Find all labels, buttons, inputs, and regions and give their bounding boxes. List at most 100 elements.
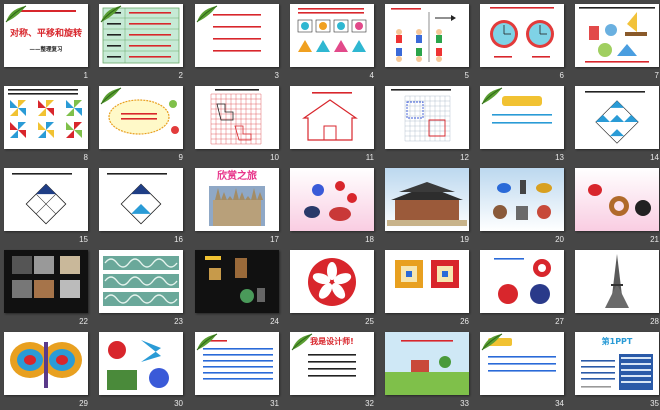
leaf-decoration-icon — [196, 333, 218, 351]
slide-thumbnail-28[interactable] — [575, 250, 659, 313]
slide-preview-graphic — [395, 260, 459, 288]
slide-number[interactable]: 7 — [637, 71, 659, 80]
leaf-decoration-icon — [481, 333, 503, 351]
slide-number[interactable]: 17 — [257, 235, 279, 244]
slide-thumbnail-20[interactable] — [480, 168, 564, 231]
slide-thumbnail-29[interactable] — [4, 332, 88, 395]
slide-number[interactable]: 28 — [637, 317, 659, 326]
slide-number[interactable]: 6 — [542, 71, 564, 80]
slide-thumbnail-22[interactable] — [4, 250, 88, 313]
slide-preview-graphic — [385, 332, 469, 395]
slide-thumbnail-10[interactable] — [195, 86, 279, 149]
slide-thumbnail-15[interactable] — [4, 168, 88, 231]
slide-preview-graphic — [103, 256, 179, 306]
slide-thumbnail-8[interactable] — [4, 86, 88, 149]
slide-thumbnail-14[interactable] — [575, 86, 659, 149]
slide-number[interactable]: 23 — [161, 317, 183, 326]
slide-thumbnail-3[interactable] — [195, 4, 279, 67]
slide-thumbnail-1[interactable]: 对称、平移和旋转 ——整理复习 — [4, 4, 88, 67]
slide-thumbnail-2[interactable] — [99, 4, 183, 67]
slide-preview-graphic — [12, 173, 72, 225]
slide-number[interactable]: 3 — [257, 71, 279, 80]
slide-preview-graphic — [304, 181, 357, 221]
slide-number[interactable]: 1 — [66, 71, 88, 80]
slide-thumbnail-25[interactable] — [290, 250, 374, 313]
slide-title: 我是设计师! — [310, 337, 354, 346]
slide-thumbnail-32[interactable]: 我是设计师! — [290, 332, 374, 395]
slide-preview-graphic — [494, 258, 551, 304]
slide-number[interactable]: 30 — [161, 399, 183, 408]
slide-preview-graphic — [10, 342, 82, 388]
slide-number[interactable]: 8 — [66, 153, 88, 162]
slide-number[interactable]: 9 — [161, 153, 183, 162]
slide-number[interactable]: 14 — [637, 153, 659, 162]
slide-thumbnail-35[interactable]: 第1PPT — [575, 332, 659, 395]
slide-number[interactable]: 2 — [161, 71, 183, 80]
slide-number[interactable]: 15 — [66, 235, 88, 244]
slide-preview-graphic — [493, 180, 552, 220]
leaf-decoration-icon — [196, 5, 218, 23]
slide-thumbnail-16[interactable] — [99, 168, 183, 231]
leaf-decoration-icon — [5, 5, 27, 23]
slide-number[interactable]: 34 — [542, 399, 564, 408]
slide-thumbnail-4[interactable] — [290, 4, 374, 67]
slide-preview-graphic — [8, 89, 82, 138]
slide-number[interactable]: 32 — [352, 399, 374, 408]
slide-number[interactable]: 31 — [257, 399, 279, 408]
slide-number[interactable]: 16 — [161, 235, 183, 244]
slide-number[interactable]: 10 — [257, 153, 279, 162]
slide-number[interactable]: 18 — [352, 235, 374, 244]
slide-preview-graphic — [308, 258, 356, 306]
slide-thumbnail-27[interactable] — [480, 250, 564, 313]
slide-title: 对称、平移和旋转 — [9, 29, 82, 39]
slide-preview-graphic — [605, 254, 629, 308]
slide-number[interactable]: 4 — [352, 71, 374, 80]
slide-thumbnail-5[interactable] — [385, 4, 469, 67]
slide-title: 欣赏之旅 — [217, 171, 257, 182]
leaf-decoration-icon — [100, 5, 122, 23]
slide-thumbnail-24[interactable] — [195, 250, 279, 313]
slide-thumbnail-9[interactable] — [99, 86, 183, 149]
slide-thumbnail-7[interactable] — [575, 4, 659, 67]
slide-preview-graphic — [387, 182, 467, 226]
slide-number[interactable]: 5 — [447, 71, 469, 80]
slide-number[interactable]: 27 — [542, 317, 564, 326]
slide-preview-graphic — [585, 91, 645, 144]
slide-number[interactable]: 22 — [66, 317, 88, 326]
slide-thumbnail-12[interactable] — [385, 86, 469, 149]
slide-thumbnail-21[interactable] — [575, 168, 659, 231]
slide-thumbnail-17[interactable]: 欣赏之旅 — [195, 168, 279, 231]
slide-thumbnail-19[interactable] — [385, 168, 469, 231]
slide-number[interactable]: 21 — [637, 235, 659, 244]
slide-thumbnail-6[interactable] — [480, 4, 564, 67]
slide-number[interactable]: 35 — [637, 399, 659, 408]
slide-number[interactable]: 13 — [542, 153, 564, 162]
slide-preview-graphic — [302, 92, 358, 141]
slide-thumbnail-34[interactable] — [480, 332, 564, 395]
slide-number[interactable]: 29 — [66, 399, 88, 408]
slide-number[interactable]: 11 — [352, 153, 374, 162]
slide-number[interactable]: 20 — [542, 235, 564, 244]
slide-thumbnail-26[interactable] — [385, 250, 469, 313]
slide-number[interactable]: 24 — [257, 317, 279, 326]
slide-thumbnail-18[interactable] — [290, 168, 374, 231]
leaf-decoration-icon — [481, 87, 503, 105]
slide-preview-graphic — [490, 7, 554, 58]
slide-thumbnail-13[interactable] — [480, 86, 564, 149]
leaf-decoration-icon — [100, 87, 122, 105]
slide-subtitle: ——整理复习 — [29, 47, 63, 53]
slide-number[interactable]: 12 — [447, 153, 469, 162]
slide-preview-graphic — [205, 256, 265, 303]
slide-preview-graphic — [210, 89, 262, 145]
slide-number[interactable]: 26 — [447, 317, 469, 326]
slide-number[interactable]: 33 — [447, 399, 469, 408]
slide-preview-graphic — [391, 89, 451, 142]
slide-preview-graphic — [579, 7, 655, 63]
slide-thumbnail-30[interactable] — [99, 332, 183, 395]
slide-thumbnail-31[interactable] — [195, 332, 279, 395]
slide-thumbnail-23[interactable] — [99, 250, 183, 313]
slide-number[interactable]: 19 — [447, 235, 469, 244]
slide-number[interactable]: 25 — [352, 317, 374, 326]
slide-thumbnail-11[interactable] — [290, 86, 374, 149]
slide-thumbnail-33[interactable] — [385, 332, 469, 395]
